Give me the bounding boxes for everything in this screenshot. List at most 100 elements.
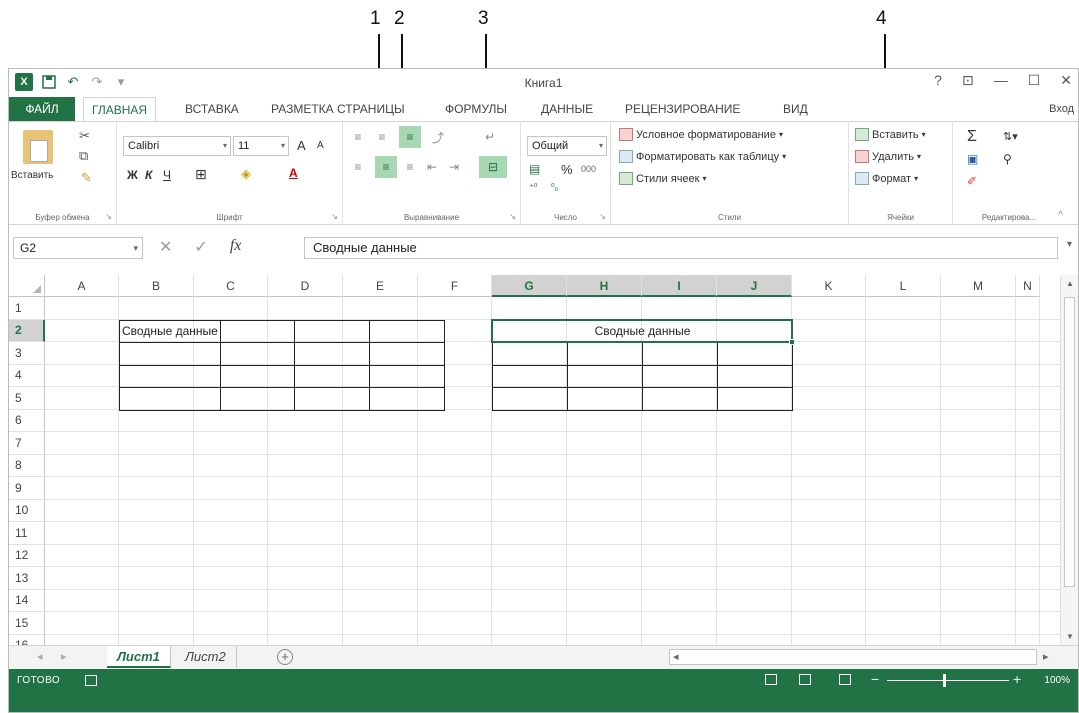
tab-home[interactable]: ГЛАВНАЯ — [83, 97, 157, 122]
find-icon[interactable]: ⚲ — [1003, 152, 1012, 166]
insert-cells-button[interactable]: Вставить ▾ — [855, 128, 926, 141]
tab-data[interactable]: ДАННЫЕ — [533, 97, 601, 121]
table-cell[interactable] — [219, 319, 295, 343]
horizontal-scrollbar[interactable] — [669, 649, 1037, 665]
sheet-tab-2[interactable]: Лист2 — [175, 646, 237, 668]
scroll-down-icon[interactable]: ▼ — [1061, 632, 1078, 641]
conditional-formatting-button[interactable]: Условное форматирование ▾ — [619, 128, 783, 141]
zoom-slider[interactable] — [887, 680, 1009, 681]
alignment-launcher-icon[interactable]: ↘ — [509, 212, 516, 221]
number-format-select[interactable]: Общий ▾ — [527, 136, 607, 156]
zoom-in-button[interactable]: + — [1013, 671, 1021, 687]
table-cell[interactable] — [642, 387, 718, 411]
align-left-icon[interactable]: ≡ — [347, 156, 369, 178]
zoom-percent[interactable]: 100% — [1044, 675, 1070, 686]
row-header[interactable]: 11 — [9, 522, 45, 545]
decrease-indent-icon[interactable]: ⇤ — [421, 156, 443, 178]
tab-formulas[interactable]: ФОРМУЛЫ — [437, 97, 515, 121]
column-header[interactable]: J — [717, 275, 792, 297]
help-button[interactable]: ? — [934, 72, 942, 89]
row-header[interactable]: 1 — [9, 297, 45, 320]
column-header[interactable]: H — [567, 275, 642, 297]
italic-button[interactable]: К — [145, 168, 152, 182]
row-header[interactable]: 3 — [9, 342, 45, 365]
row-header[interactable]: 15 — [9, 612, 45, 635]
font-size-select[interactable]: 11 ▾ — [233, 136, 289, 156]
select-all-corner[interactable] — [9, 275, 45, 297]
autosum-button[interactable]: Σ — [967, 128, 977, 146]
signin-link[interactable]: Вход — [1049, 97, 1074, 121]
align-middle-icon[interactable]: ≡ — [371, 126, 393, 148]
vertical-scrollbar[interactable]: ▲ ▼ — [1060, 275, 1078, 645]
table-cell[interactable] — [492, 387, 568, 411]
fill-color-icon[interactable]: ◈ — [241, 166, 251, 182]
thousands-button[interactable]: 000 — [581, 164, 596, 174]
table-cell[interactable] — [293, 364, 370, 388]
row-header[interactable]: 10 — [9, 499, 45, 522]
paste-icon[interactable] — [23, 130, 53, 164]
font-color-button[interactable]: A — [289, 166, 298, 180]
formula-input[interactable]: Сводные данные — [304, 237, 1058, 259]
tab-insert[interactable]: ВСТАВКА — [177, 97, 247, 121]
table-cell[interactable] — [368, 319, 445, 343]
grow-font-button[interactable]: A — [297, 138, 306, 153]
clipboard-launcher-icon[interactable]: ↘ — [105, 212, 112, 221]
table-cell[interactable] — [492, 342, 568, 366]
fill-icon[interactable]: ▣ — [967, 152, 978, 166]
cancel-formula-button[interactable]: ✕ — [159, 237, 172, 257]
row-header[interactable]: 9 — [9, 477, 45, 500]
tab-file[interactable]: ФАЙЛ — [9, 97, 75, 121]
table-cell[interactable] — [293, 387, 370, 411]
table-cell[interactable] — [567, 364, 643, 388]
table-cell[interactable] — [219, 387, 295, 411]
borders-icon[interactable]: ⊞ — [195, 166, 207, 183]
row-header[interactable]: 13 — [9, 567, 45, 590]
column-header[interactable]: C — [194, 275, 268, 297]
row-header[interactable]: 12 — [9, 544, 45, 567]
column-header[interactable]: I — [642, 275, 717, 297]
hscroll-right-icon[interactable]: ▸ — [1043, 650, 1049, 663]
currency-icon[interactable]: ▤ — [529, 162, 540, 176]
table-cell[interactable] — [119, 387, 221, 411]
clear-icon[interactable]: ✐ — [967, 174, 977, 188]
align-right-icon[interactable]: ≡ — [399, 156, 421, 178]
expand-formula-icon[interactable]: ▾ — [1067, 239, 1072, 250]
table-cell[interactable] — [492, 364, 568, 388]
column-header[interactable]: B — [119, 275, 194, 297]
row-header[interactable]: 5 — [9, 387, 45, 410]
enter-formula-button[interactable]: ✓ — [194, 237, 207, 257]
column-header[interactable]: F — [418, 275, 492, 297]
table-cell[interactable] — [567, 342, 643, 366]
sheet-nav-next-icon[interactable]: ▸ — [61, 650, 67, 663]
table-cell[interactable] — [368, 364, 445, 388]
table-cell[interactable] — [119, 364, 221, 388]
worksheet-grid[interactable]: ABCDEFGHIJKLMN12345678910111213141516Сво… — [9, 275, 1061, 657]
name-box[interactable]: G2 ▾ — [13, 237, 143, 259]
table-cell[interactable] — [717, 342, 793, 366]
row-header[interactable]: 7 — [9, 432, 45, 455]
font-name-select[interactable]: Calibri ▾ — [123, 136, 231, 156]
increase-indent-icon[interactable]: ⇥ — [443, 156, 465, 178]
table-cell[interactable] — [219, 342, 295, 366]
left-table[interactable]: Сводные данные — [119, 319, 445, 411]
increase-decimal-icon[interactable]: ⁺⁰ — [529, 182, 537, 193]
add-sheet-icon[interactable]: + — [277, 649, 293, 665]
delete-cells-button[interactable]: Удалить ▾ — [855, 150, 921, 163]
column-header[interactable]: M — [941, 275, 1016, 297]
number-launcher-icon[interactable]: ↘ — [599, 212, 606, 221]
table-cell[interactable] — [219, 364, 295, 388]
macro-record-icon[interactable] — [85, 675, 97, 686]
close-button[interactable]: ✕ — [1060, 72, 1072, 89]
table-cell[interactable]: Сводные данные — [119, 319, 221, 343]
column-header[interactable]: N — [1016, 275, 1040, 297]
maximize-button[interactable]: ☐ — [1028, 72, 1041, 89]
ribbon-display-button[interactable]: ⊡ — [962, 72, 974, 89]
table-cell[interactable] — [642, 364, 718, 388]
format-cells-button[interactable]: Формат ▾ — [855, 172, 918, 185]
scissors-icon[interactable]: ✂ — [79, 128, 90, 144]
insert-function-button[interactable]: fx — [230, 237, 242, 257]
normal-view-icon[interactable] — [765, 674, 777, 685]
column-header[interactable]: A — [45, 275, 119, 297]
column-header[interactable]: E — [343, 275, 418, 297]
tab-view[interactable]: ВИД — [775, 97, 816, 121]
